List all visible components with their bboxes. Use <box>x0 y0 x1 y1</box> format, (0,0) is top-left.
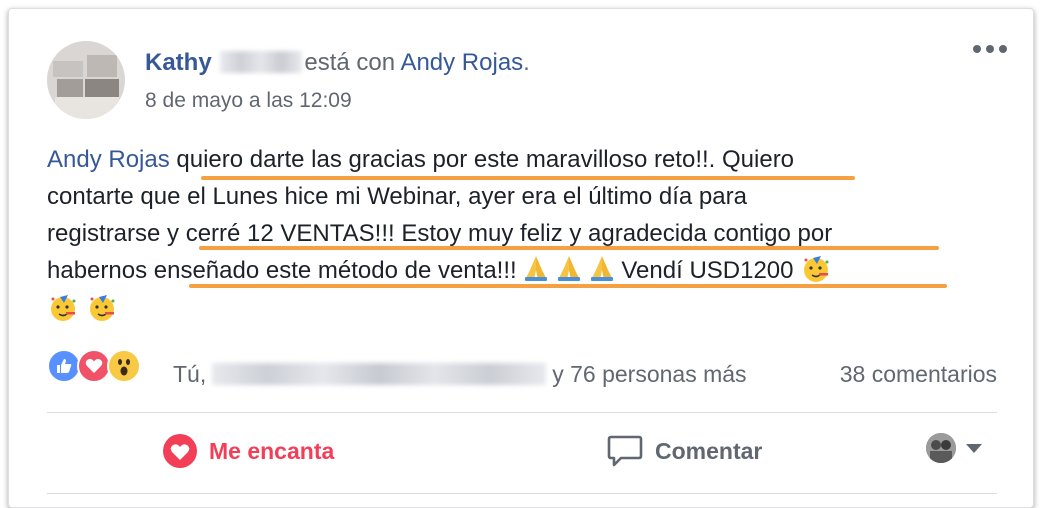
comments-count-link[interactable]: 38 comentarios <box>840 361 997 388</box>
more-options-button[interactable] <box>973 45 1007 53</box>
comment-label: Comentar <box>655 437 763 464</box>
dot-icon <box>986 45 994 53</box>
divider <box>47 493 997 494</box>
praying-hands-icon <box>525 256 548 281</box>
chevron-down-icon <box>966 443 982 453</box>
reaction-icons[interactable] <box>47 349 141 383</box>
author-line: Kathy está con Andy Rojas. <box>145 49 530 77</box>
comment-icon <box>607 434 643 468</box>
dot-icon <box>999 45 1007 53</box>
post-card: Kathy está con Andy Rojas. 8 de mayo a l… <box>8 8 1034 508</box>
tagged-suffix: . <box>523 49 530 76</box>
tagged-name[interactable]: Andy Rojas <box>400 49 523 76</box>
author-avatar[interactable] <box>47 41 125 119</box>
user-avatar <box>926 433 956 463</box>
love-icon <box>77 349 111 383</box>
body-line-2: contarte que el Lunes hice mi Webinar, a… <box>47 183 747 210</box>
reactions-summary[interactable]: Tú, y 76 personas más <box>173 361 747 388</box>
blurred-names <box>212 363 547 385</box>
partying-face-icon <box>89 295 115 321</box>
author-name[interactable]: Kathy <box>145 49 212 76</box>
dot-icon <box>973 45 981 53</box>
love-label: Me encanta <box>209 437 335 464</box>
like-icon <box>47 349 81 383</box>
praying-hands-icon <box>590 256 613 281</box>
comment-button[interactable]: Comentar <box>607 434 762 468</box>
love-reaction-button[interactable]: Me encanta <box>163 434 334 468</box>
partying-face-icon <box>804 256 829 282</box>
highlight-underline <box>201 176 855 180</box>
divider <box>47 412 997 413</box>
post-body: Andy Rojas quiero darte las gracias por … <box>47 141 1007 328</box>
partying-face-icon <box>51 295 76 321</box>
body-line-5 <box>47 291 1007 328</box>
highlight-underline <box>199 246 939 250</box>
highlight-underline <box>189 284 947 288</box>
reaction-as-selector[interactable] <box>926 433 982 463</box>
praying-hands-icon <box>558 256 581 281</box>
mention-link[interactable]: Andy Rojas <box>47 146 170 173</box>
heart-icon <box>163 434 197 468</box>
body-line-1: Andy Rojas quiero darte las gracias por … <box>47 146 795 173</box>
blurred-surname <box>220 51 303 73</box>
post-timestamp[interactable]: 8 de mayo a las 12:09 <box>145 89 352 113</box>
with-text: está con <box>304 49 396 76</box>
wow-icon <box>107 349 141 383</box>
